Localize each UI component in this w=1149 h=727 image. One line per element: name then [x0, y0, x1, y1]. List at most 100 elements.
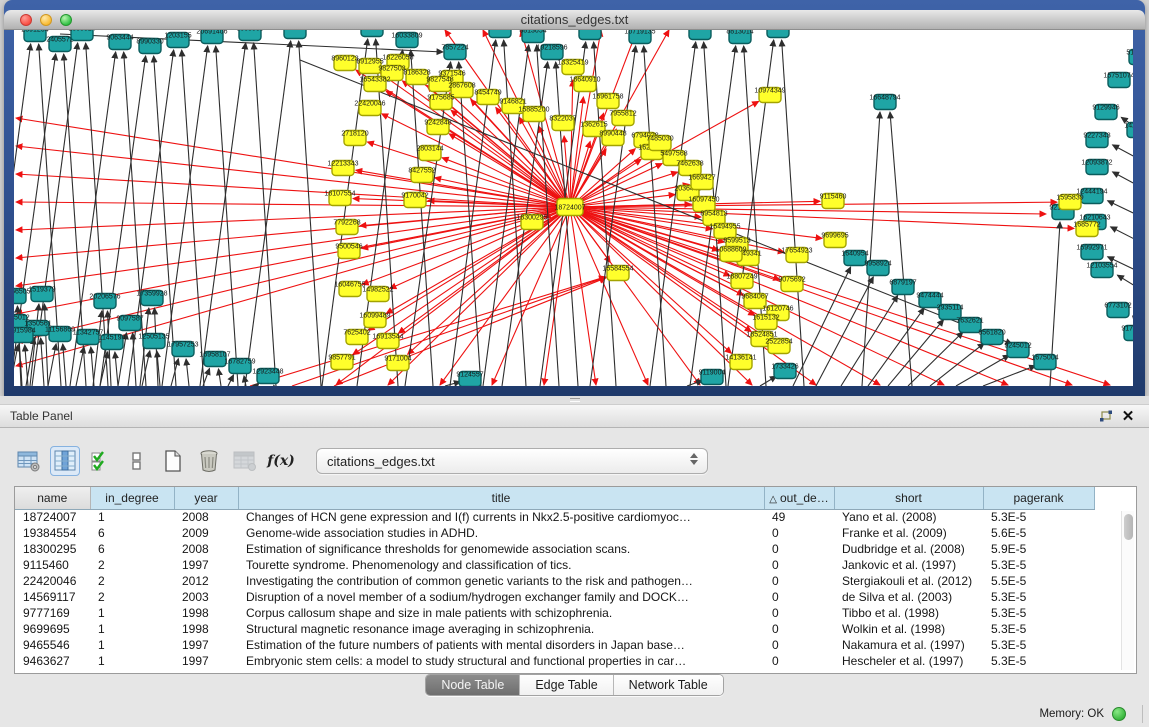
function-builder-icon[interactable]: f(x)	[266, 446, 296, 476]
node-yellow[interactable]: 7955812	[609, 111, 636, 126]
node-yellow[interactable]: 10688609	[715, 247, 746, 262]
node-teal[interactable]: 11156869	[45, 327, 75, 342]
table-cell[interactable]: 6	[90, 541, 174, 557]
hub-node[interactable]: 18724007	[554, 199, 585, 216]
table-cell[interactable]: 2012	[174, 573, 238, 589]
node-teal[interactable]: 12505135	[138, 334, 169, 349]
node-yellow[interactable]: 1669427	[688, 175, 715, 190]
table-row[interactable]: 1830029562008Estimation of significance …	[15, 541, 1094, 557]
node-yellow[interactable]: 1595839	[1056, 195, 1083, 210]
table-cell[interactable]: Dudbridge et al. (2008)	[834, 541, 983, 557]
node-yellow[interactable]: 10974349	[754, 88, 785, 103]
table-cell[interactable]: Structural magnetic resonance image aver…	[238, 621, 764, 637]
table-row[interactable]: 1456911722003Disruption of a novel membe…	[15, 589, 1094, 605]
table-cell[interactable]: Tourette syndrome. Phenomenology and cla…	[238, 557, 764, 573]
node-yellow[interactable]: 1615132	[752, 315, 779, 330]
node-teal[interactable]: 9176034	[1121, 326, 1133, 341]
table-cell[interactable]: 1	[90, 653, 174, 669]
table-row[interactable]: 1938455462009Genome-wide association stu…	[15, 525, 1094, 541]
node-teal[interactable]: 1733426	[771, 364, 798, 379]
node-yellow[interactable]: 9075692	[778, 277, 805, 292]
table-cell[interactable]: Franke et al. (2009)	[834, 525, 983, 541]
node-teal[interactable]: 7857224	[441, 45, 468, 60]
node-yellow[interactable]: 15885200	[518, 107, 549, 122]
minimize-window-button[interactable]	[40, 14, 52, 26]
node-teal[interactable]: 10719135	[624, 30, 655, 44]
tab-network-table[interactable]: Network Table	[614, 675, 723, 695]
node-teal[interactable]: 20691406	[196, 30, 227, 44]
node-yellow[interactable]: 9171004	[384, 356, 411, 371]
node-teal[interactable]: 1145194	[99, 335, 126, 350]
tab-node-table[interactable]: Node Table	[426, 675, 520, 695]
node-teal[interactable]: 8813014	[726, 30, 753, 44]
table-row[interactable]: 977716911998Corpus callosum shape and si…	[15, 605, 1094, 621]
node-yellow[interactable]: 14136141	[725, 355, 756, 370]
node-teal[interactable]: 9958924	[864, 261, 891, 276]
node-teal[interactable]: 1203155	[164, 33, 191, 48]
node-yellow[interactable]: 9857791	[328, 355, 355, 370]
table-cell[interactable]: Changes of HCN gene expression and I(f) …	[238, 509, 764, 525]
column-header-out_de[interactable]: △out_de…	[764, 487, 834, 509]
node-teal[interactable]: 9097587	[116, 316, 143, 331]
table-cell[interactable]: Estimation of significance thresholds fo…	[238, 541, 764, 557]
node-teal[interactable]: 9227343	[1083, 133, 1110, 148]
show-columns-icon[interactable]	[50, 446, 80, 476]
network-graph[interactable]: 2391204240557218053249063444899033012031…	[14, 30, 1133, 386]
node-yellow[interactable]: 2718120	[341, 131, 368, 146]
table-cell[interactable]: 0	[764, 637, 834, 653]
table-cell[interactable]: 5.3E-5	[983, 653, 1094, 669]
table-cell[interactable]: 2	[90, 589, 174, 605]
table-cell[interactable]: 5.5E-5	[983, 573, 1094, 589]
window-titlebar[interactable]: citations_edges.txt	[4, 10, 1145, 30]
table-cell[interactable]: 9463627	[15, 653, 90, 669]
node-teal[interactable]: 16033809	[391, 33, 422, 48]
node-teal[interactable]: 9119004	[699, 370, 726, 385]
table-cell[interactable]: 9115460	[15, 557, 90, 573]
column-header-name[interactable]: name	[15, 487, 90, 509]
node-teal[interactable]: 8813054	[519, 30, 546, 43]
node-yellow[interactable]: 8322037	[549, 116, 576, 131]
table-cell[interactable]: 18724007	[15, 509, 90, 525]
memory-status-icon[interactable]	[1112, 707, 1126, 721]
node-teal[interactable]: 1675004	[1031, 355, 1058, 370]
select-all-checks-icon[interactable]	[86, 446, 116, 476]
delete-column-icon[interactable]	[194, 446, 224, 476]
node-teal[interactable]: 12093872	[1081, 160, 1112, 175]
node-yellow[interactable]: 15494955	[709, 224, 740, 239]
unselect-all-icon[interactable]	[122, 446, 152, 476]
node-yellow[interactable]: 9699695	[821, 233, 848, 248]
node-teal[interactable]: 9129946	[1092, 105, 1119, 120]
table-cell[interactable]: 1	[90, 605, 174, 621]
table-cell[interactable]: 1998	[174, 605, 238, 621]
node-teal[interactable]: 16648794	[869, 95, 900, 110]
table-cell[interactable]: 0	[764, 621, 834, 637]
node-yellow[interactable]: 18640910	[569, 77, 600, 92]
node-yellow[interactable]: 9175685	[427, 95, 454, 110]
node-teal[interactable]: 12103554	[1086, 263, 1117, 278]
node-teal[interactable]: 8990330	[136, 39, 163, 54]
create-column-icon[interactable]	[158, 446, 188, 476]
table-cell[interactable]: Estimation of the future numbers of pati…	[238, 637, 764, 653]
node-teal[interactable]: 5190154	[1126, 50, 1133, 65]
table-cell[interactable]: Disruption of a novel member of a sodium…	[238, 589, 764, 605]
table-row[interactable]: 946362711997Embryonic stem cells: a mode…	[15, 653, 1094, 669]
scrollbar-thumb[interactable]	[1124, 514, 1133, 540]
node-teal[interactable]: 9063444	[106, 35, 133, 50]
table-cell[interactable]: 0	[764, 589, 834, 605]
table-header-row[interactable]: namein_degreeyeartitle△out_de…shortpager…	[15, 487, 1094, 509]
node-yellow[interactable]: 12213343	[327, 161, 358, 176]
node-yellow[interactable]: 8960123	[331, 56, 358, 71]
node-teal[interactable]: 10553277	[356, 30, 387, 37]
node-teal[interactable]: 8466160	[576, 30, 603, 40]
table-cell[interactable]: 1	[90, 637, 174, 653]
node-yellow[interactable]: 16543382	[359, 77, 390, 92]
node-teal[interactable]: 2391204	[21, 30, 48, 42]
node-yellow[interactable]: 22420046	[354, 101, 385, 116]
import-table-icon[interactable]	[230, 446, 260, 476]
table-cell[interactable]: 0	[764, 525, 834, 541]
tab-edge-table[interactable]: Edge Table	[520, 675, 613, 695]
node-teal[interactable]: 6773102	[1104, 303, 1131, 318]
table-row[interactable]: 911546021997Tourette syndrome. Phenomeno…	[15, 557, 1094, 573]
node-yellow[interactable]: 17654923	[781, 248, 812, 263]
table-cell[interactable]: 0	[764, 573, 834, 589]
